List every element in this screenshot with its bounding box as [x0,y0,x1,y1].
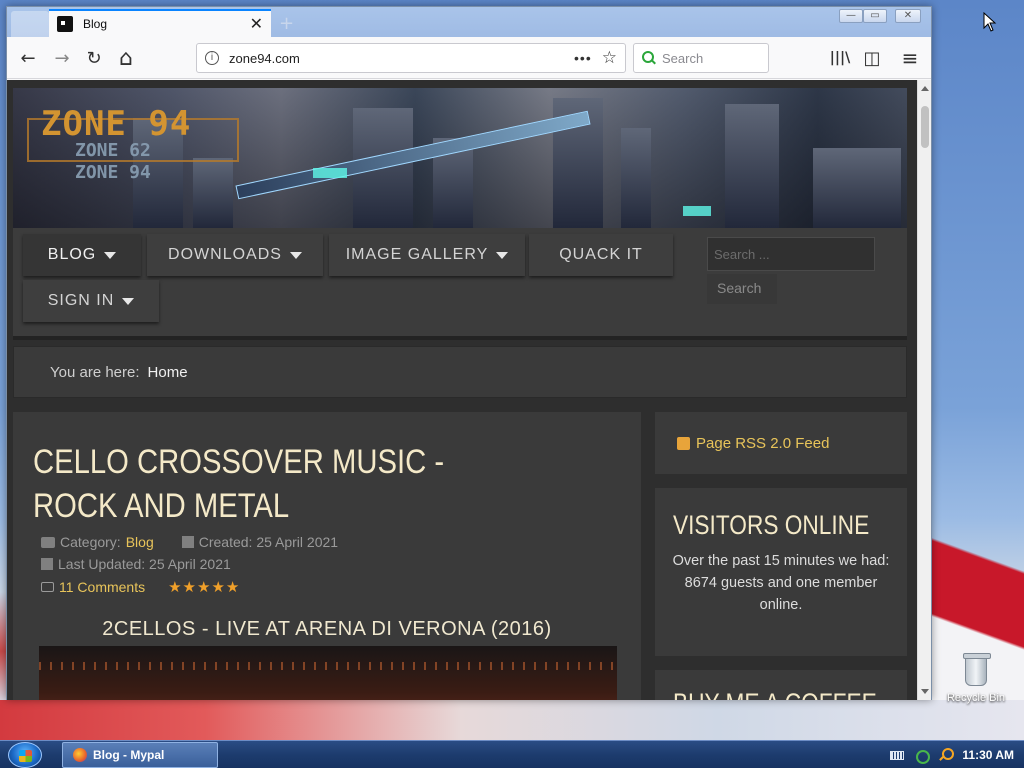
back-button[interactable]: ← [15,45,41,71]
rss-feed-link[interactable]: Page RSS 2.0 Feed [655,412,907,474]
visitors-title: VISITORS ONLINE [673,510,870,540]
rss-label: Page RSS 2.0 Feed [696,434,830,452]
forward-button[interactable]: → [49,45,75,71]
menu-label-sign-in: SIGN IN [47,292,115,309]
updated-date: Last Updated: 25 April 2021 [58,556,231,572]
caret-down-icon [122,297,135,305]
page-viewport: ZONE 94 ZONE 62 ZONE 94 BLOG DOWNLOADS I… [7,80,917,700]
recycle-bin[interactable]: Recycle Bin [944,653,1008,704]
site-banner: ZONE 94 ZONE 62 ZONE 94 [13,88,907,228]
site-logo-sub: ZONE 62 ZONE 94 [75,140,151,184]
keyboard-icon[interactable] [890,750,905,760]
taskbar-item-browser[interactable]: Blog - Mypal [62,742,218,768]
menu-label-downloads: DOWNLOADS [168,246,282,263]
wallpaper-bottom [0,700,1024,740]
nav-toolbar: ← → ↻ ⌂ i zone94.com ••• ☆ Search |||\ ◫… [7,37,931,79]
scroll-up-icon[interactable] [921,86,929,91]
site-logo[interactable]: ZONE 94 [41,104,191,144]
browser-window: Blog ✕ + — ▭ ✕ ← → ↻ ⌂ i zone94.com ••• … [6,6,932,700]
coffee-title: BUY ME A COFFEE [673,688,877,700]
category-link[interactable]: Blog [126,534,154,550]
new-tab-icon[interactable]: + [279,13,294,34]
minimize-button[interactable]: — [839,9,863,23]
site-favicon-icon [57,16,73,32]
tab-strip: Blog ✕ + — ▭ ✕ [7,7,931,37]
windows-logo-icon [19,750,32,762]
bookmark-star-icon[interactable]: ☆ [602,48,617,68]
buy-me-a-coffee-module: BUY ME A COFFEE [655,670,907,700]
url-bar[interactable]: i zone94.com ••• ☆ [196,43,626,73]
maximize-button[interactable]: ▭ [863,9,887,23]
site-info-icon[interactable]: i [205,51,219,65]
visitors-line-1: Over the past 15 minutes we had: [672,553,890,569]
tab-spacer [11,11,49,37]
menu-item-blog[interactable]: BLOG [23,234,141,276]
menu-label-quack-it: QUACK IT [559,246,643,263]
site-search-input[interactable]: Search ... [707,237,875,271]
scroll-down-icon[interactable] [921,689,929,694]
search-icon [642,51,656,65]
main-menu: BLOG DOWNLOADS IMAGE GALLERY QUACK IT SI… [13,228,907,340]
visitors-text: Over the past 15 minutes we had: 8674 gu… [669,550,893,616]
recycle-bin-icon [963,653,991,686]
folder-icon [41,536,55,548]
calendar-icon [41,558,53,570]
recycle-bin-label: Recycle Bin [946,692,1006,704]
article-meta-row-2: Last Updated: 25 April 2021 [41,556,231,572]
vertical-scrollbar[interactable] [917,80,931,700]
rating-stars[interactable]: ★★★★★ [168,578,240,596]
menu-item-downloads[interactable]: DOWNLOADS [147,234,323,276]
breadcrumb-home[interactable]: Home [148,364,188,381]
rss-icon [677,436,690,450]
menu-item-sign-in[interactable]: SIGN IN [23,280,159,322]
browser-app-icon [73,748,87,762]
menu-item-quack-it[interactable]: QUACK IT [529,234,673,276]
home-button[interactable]: ⌂ [113,45,139,71]
reload-button[interactable]: ↻ [81,45,107,71]
system-tray: 11:30 AM [880,741,1024,768]
tab-blog[interactable]: Blog ✕ [49,9,271,37]
menu-label-blog: BLOG [47,246,97,263]
breadcrumb: You are here: Home [13,346,907,398]
article-meta-row-1: Category: Blog Created: 25 April 2021 [41,534,338,550]
hamburger-menu-icon[interactable]: ≡ [897,45,923,71]
caret-down-icon [289,251,302,259]
article-subheading: 2CELLOS - LIVE AT ARENA DI VERONA (2016) [102,618,552,640]
tab-title: Blog [83,17,108,31]
menu-label-image-gallery: IMAGE GALLERY [345,246,489,263]
caret-down-icon [496,251,509,259]
taskbar-item-label: Blog - Mypal [93,748,165,762]
library-icon[interactable]: |||\ [827,45,853,71]
tab-close-icon[interactable]: ✕ [250,14,263,34]
search-icon[interactable] [938,748,955,762]
category-label: Category: [60,534,121,550]
comments-link[interactable]: 11 Comments [59,579,145,595]
taskbar: Blog - Mypal 11:30 AM [0,740,1024,768]
calendar-icon [181,536,194,548]
logo-sub-2: ZONE 94 [75,162,151,183]
created-date: Created: 25 April 2021 [198,534,339,550]
scroll-thumb[interactable] [921,106,929,148]
network-icon[interactable] [914,748,931,764]
browser-search-placeholder: Search [662,50,704,66]
menu-item-image-gallery[interactable]: IMAGE GALLERY [329,234,525,276]
url-text[interactable]: zone94.com [229,51,564,66]
visitors-online-module: VISITORS ONLINE Over the past 15 minutes… [655,488,907,656]
article-meta-row-3: 11 Comments ★★★★★ [41,578,240,596]
caret-down-icon [104,251,117,259]
visitors-line-2: 8674 guests and one member online. [684,575,878,613]
video-embed[interactable] [39,646,617,700]
page-actions-icon[interactable]: ••• [574,50,592,66]
article: CELLO CROSSOVER MUSIC - ROCK AND METAL C… [13,412,641,700]
site-search-button[interactable]: Search [707,274,777,304]
article-title[interactable]: CELLO CROSSOVER MUSIC - ROCK AND METAL [33,440,515,528]
start-button[interactable] [8,742,42,768]
close-window-button[interactable]: ✕ [895,9,921,23]
comment-icon [41,582,54,592]
breadcrumb-label: You are here: [50,363,140,381]
browser-search-input[interactable]: Search [633,43,769,73]
clock[interactable]: 11:30 AM [962,748,1014,762]
sidebar-toggle-icon[interactable]: ◫ [859,45,885,71]
logo-sub-1: ZONE 62 [75,140,151,161]
